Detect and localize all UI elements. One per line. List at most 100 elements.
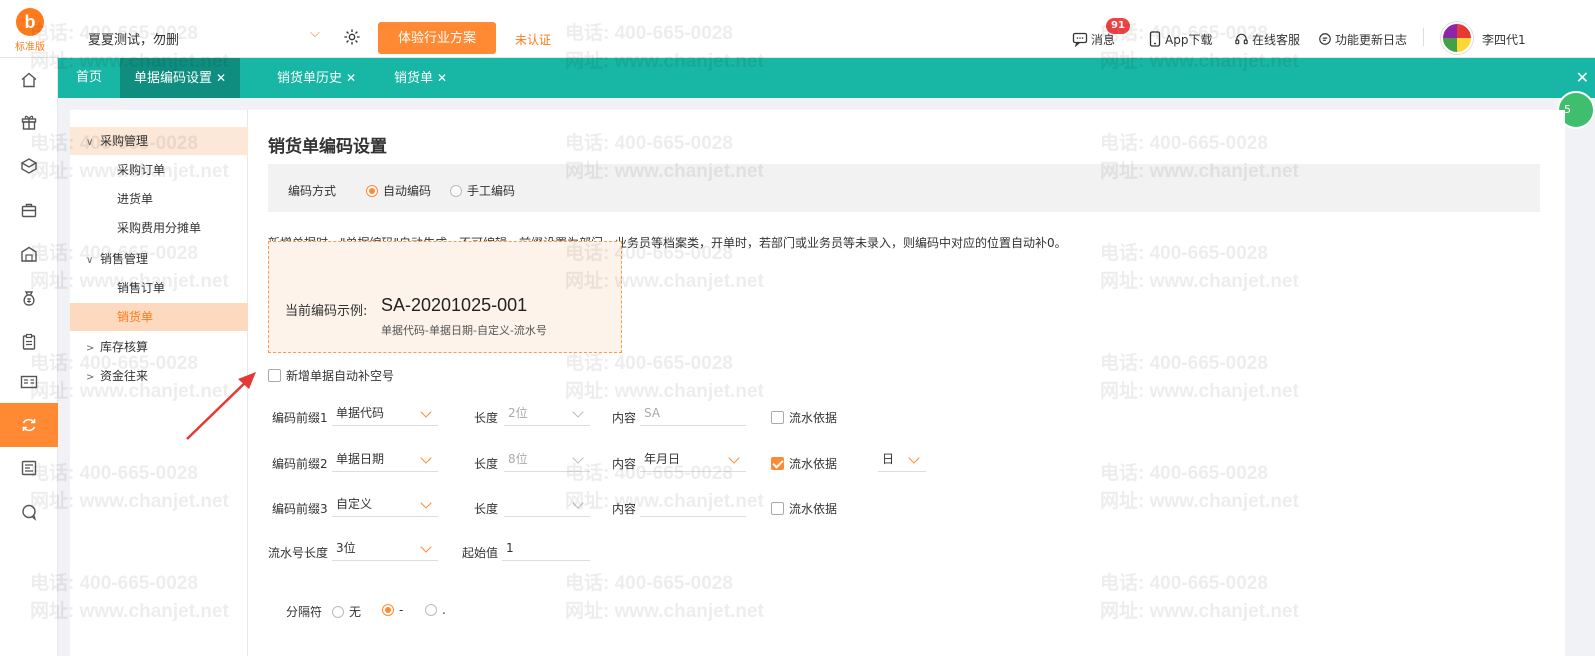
prefix2-content-select[interactable]: 年月日 [640, 448, 746, 472]
prefix3-serial-checkbox[interactable]: 流水依据 [771, 500, 837, 517]
tree-item-purchase-order[interactable]: 采购订单 [70, 156, 248, 184]
tab-sales-history[interactable]: 销货单历史 ✕ [263, 58, 370, 98]
prefix2-label: 编码前缀2 [272, 457, 328, 471]
content-panel: ∨ 采购管理 采购订单 进货单 采购费用分摊单 ∨ 销售管理 销售订单 销货单 > 库… [70, 110, 1565, 656]
chevron-right-icon: > [86, 372, 95, 383]
prefix2-serial-checkbox[interactable]: 流水依据 [771, 455, 837, 472]
rail-chat[interactable] [0, 490, 58, 534]
chevron-down-icon [420, 497, 432, 509]
tab-home[interactable]: 首页 [62, 58, 116, 98]
rail-clipboard[interactable] [0, 320, 58, 364]
checkbox-unchecked [268, 369, 281, 382]
messages-button[interactable]: 消息 [1072, 31, 1115, 48]
radio-checked [366, 185, 378, 197]
changelog-button[interactable]: 功能更新日志 [1318, 31, 1407, 48]
radio-unchecked [450, 185, 462, 197]
rail-bag[interactable] [0, 188, 58, 232]
prefix1-content-input[interactable]: SA [640, 402, 746, 426]
separator-option-label: . [442, 603, 446, 617]
try-industry-solution-button[interactable]: 体验行业方案 [378, 22, 496, 54]
prefix1-label: 编码前缀1 [272, 411, 328, 425]
autofill-label: 新增单据自动补空号 [286, 369, 395, 383]
prefix2-type-select[interactable]: 单据日期 [332, 448, 438, 472]
tree-item-sales-delivery[interactable]: 销货单 [70, 303, 248, 331]
tree-item-receipt[interactable]: 进货单 [70, 185, 248, 213]
separator-none-radio[interactable]: 无 [332, 603, 361, 620]
mode-manual-radio[interactable]: 手工编码 [450, 182, 515, 199]
separator-dot-radio[interactable]: . [425, 603, 446, 617]
online-service-button[interactable]: 在线客服 [1234, 31, 1300, 48]
chevron-down-icon [420, 541, 432, 553]
close-all-tabs-icon[interactable]: ✕ [1576, 68, 1589, 87]
close-icon[interactable]: ✕ [346, 71, 356, 85]
prefix1-serial-checkbox[interactable]: 流水依据 [771, 409, 837, 426]
gear-icon[interactable] [343, 28, 361, 46]
unverified-link[interactable]: 未认证 [515, 31, 551, 48]
rail-home[interactable] [0, 58, 58, 102]
select-value: 3位 [336, 541, 356, 555]
serial-length-select[interactable]: 3位 [332, 537, 438, 561]
mode-manual-label: 手工编码 [467, 184, 516, 198]
rail-idcard[interactable] [0, 360, 58, 404]
tree-group-purchase[interactable]: ∨ 采购管理 [70, 127, 248, 155]
checkbox-unchecked [771, 502, 784, 515]
mode-auto-radio[interactable]: 自动编码 [366, 182, 431, 199]
tree-group-inventory[interactable]: > 库存核算 [70, 333, 248, 361]
prefix2-period-select[interactable]: 日 [878, 448, 926, 472]
tree-group-sales[interactable]: ∨ 销售管理 [70, 245, 248, 273]
page-title: 销货单编码设置 [268, 137, 387, 157]
app-logo[interactable]: b 标准版 [10, 8, 50, 53]
app-download-button[interactable]: App下载 [1148, 31, 1212, 48]
example-label: 当前编码示例: [285, 304, 368, 319]
logo-edition: 标准版 [15, 42, 45, 53]
close-icon[interactable]: ✕ [437, 71, 447, 85]
rail-sync[interactable] [0, 403, 58, 447]
chevron-down-icon [908, 452, 920, 464]
username[interactable]: 李四代1 [1482, 31, 1526, 48]
tree-item-sales-order[interactable]: 销售订单 [70, 274, 248, 302]
code-example-box: 当前编码示例: SA-20201025-001 单据代码-单据日期-自定义-流水… [268, 241, 622, 353]
select-value: 自定义 [336, 497, 373, 511]
clipboard-icon [22, 333, 36, 350]
autofill-checkbox[interactable]: 新增单据自动补空号 [268, 367, 394, 384]
prefix1-length-label: 长度 [474, 411, 499, 425]
company-selector[interactable]: 夏夏测试，勿删 [88, 29, 179, 48]
rail-money[interactable] [0, 276, 58, 320]
prefix3-length-select[interactable] [504, 493, 590, 517]
online-service-label: 在线客服 [1252, 33, 1301, 47]
prefix2-content-label: 内容 [612, 457, 637, 471]
prefix1-type-select[interactable]: 单据代码 [332, 402, 438, 426]
serial-basis-label: 流水依据 [789, 411, 838, 425]
tab-bar: 首页 单据编码设置 ✕ 销货单历史 ✕ 销货单 ✕ ✕ [58, 58, 1595, 98]
prefix3-type-select[interactable]: 自定义 [332, 493, 438, 517]
checkbox-unchecked [771, 411, 784, 424]
news-icon [21, 460, 37, 476]
rail-box[interactable] [0, 144, 58, 188]
messages-badge: 91 [1106, 18, 1130, 34]
chevron-down-icon: ∨ [86, 255, 94, 266]
prefix2-length-select[interactable]: 8位 [504, 448, 590, 472]
tab-code-settings[interactable]: 单据编码设置 ✕ [120, 58, 241, 98]
tab-sales-order[interactable]: 销货单 ✕ [380, 58, 461, 98]
gift-icon [21, 115, 37, 130]
chat-icon [22, 504, 37, 521]
chevron-down-icon[interactable]: ⌵ [310, 26, 320, 41]
close-icon[interactable]: ✕ [216, 71, 226, 85]
rail-warehouse[interactable] [0, 232, 58, 276]
prefix1-length-select[interactable]: 2位 [504, 402, 590, 426]
sync-icon [22, 418, 36, 432]
rail-news[interactable] [0, 446, 58, 490]
select-value: 2位 [508, 406, 528, 420]
app-download-label: App下载 [1165, 33, 1213, 47]
separator-dash-radio[interactable]: - [382, 603, 403, 617]
box-icon [20, 158, 38, 174]
start-value-input[interactable]: 1 [502, 537, 590, 561]
prefix3-content-input[interactable] [640, 493, 746, 517]
avatar[interactable] [1441, 22, 1473, 54]
rail-gift[interactable] [0, 100, 58, 144]
select-value: 单据日期 [336, 452, 385, 466]
chevron-down-icon [420, 406, 432, 418]
encoding-mode-label: 编码方式 [288, 184, 337, 198]
tree-item-cost-allocation[interactable]: 采购费用分摊单 [70, 214, 248, 242]
messages-label: 消息 [1091, 33, 1116, 47]
